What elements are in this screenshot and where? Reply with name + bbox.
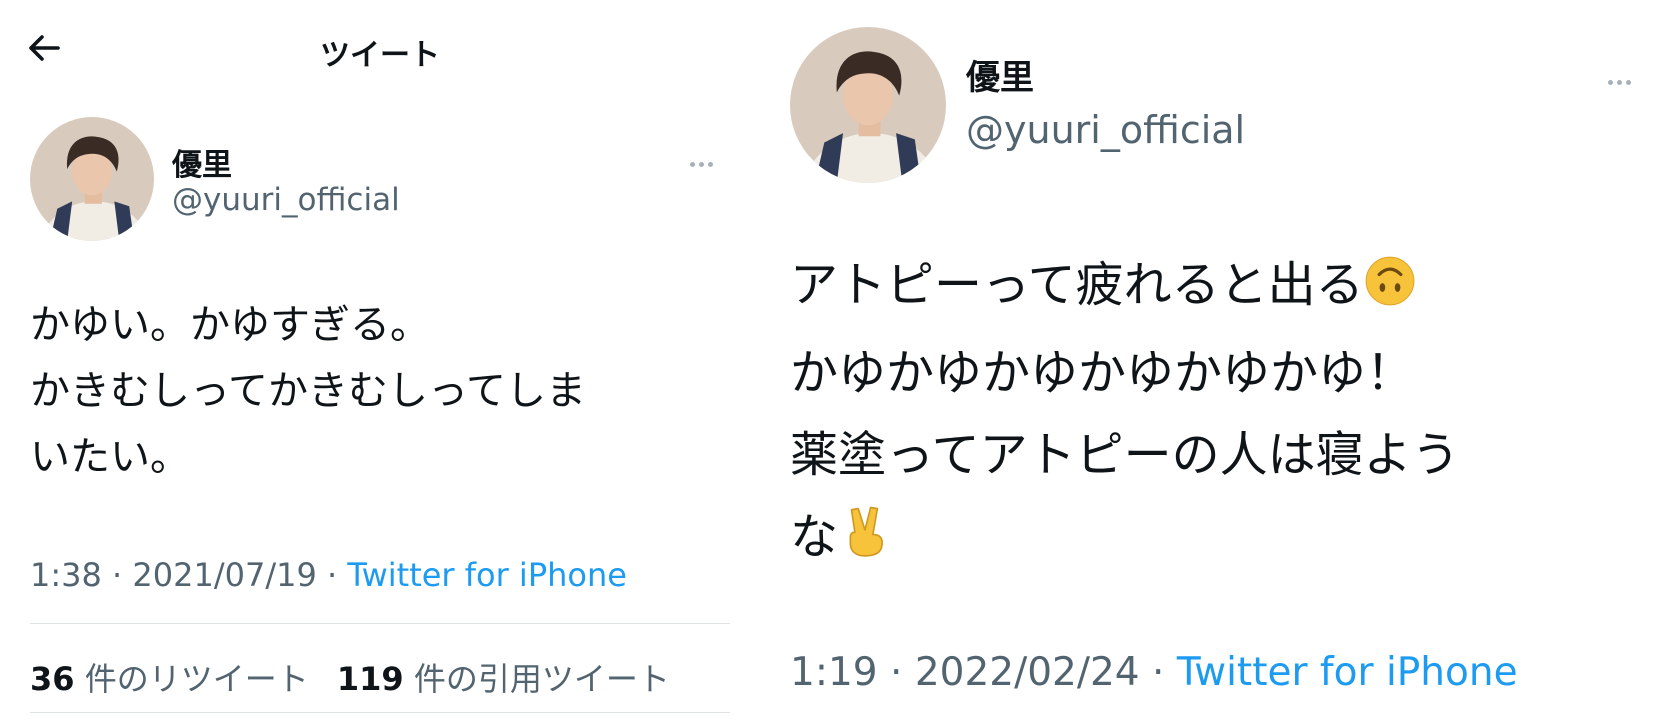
meta-separator: · [112, 556, 123, 594]
quote-count: 119 [336, 660, 404, 698]
tweet-stats: 36 件のリツイート 119 件の引用ツイート [30, 654, 688, 700]
back-arrow-icon [29, 35, 60, 61]
more-options-icon [1608, 70, 1635, 89]
tweet-header: ツイート [0, 0, 760, 100]
divider [30, 623, 730, 624]
meta-separator: · [890, 650, 903, 695]
tweet-date[interactable]: 2022/02/24 [915, 650, 1140, 695]
tweet-card-right: 優里 @yuuri_official アトピーって疲れると出る かゆかゆかゆかゆ… [760, 0, 1677, 720]
tweet-meta: 1:38 · 2021/07/19 · Twitter for iPhone [30, 556, 627, 594]
tweet-text: かゆい。かゆすぎる。 かきむしってかきむしってしま いたい。 [30, 302, 586, 480]
meta-separator: · [1152, 650, 1165, 695]
user-display-name[interactable]: 優里 [966, 50, 1034, 99]
avatar[interactable] [30, 117, 154, 241]
user-display-name[interactable]: 優里 [172, 140, 232, 184]
meta-separator: · [326, 556, 338, 594]
tweet-source-link[interactable]: Twitter for iPhone [347, 556, 627, 594]
user-handle[interactable]: @yuuri_official [172, 182, 400, 218]
tweet-date[interactable]: 2021/07/19 [132, 556, 316, 594]
tweet-meta: 1:19 · 2022/02/24 · Twitter for iPhone [790, 650, 1518, 695]
quote-tweets-stat[interactable]: 119 件の引用ツイート [337, 660, 670, 698]
user-handle[interactable]: @yuuri_official [966, 108, 1245, 152]
more-options-icon [690, 152, 717, 171]
back-button[interactable] [24, 28, 64, 68]
tweet-time[interactable]: 1:19 [790, 650, 878, 695]
victory-hand-emoji [838, 501, 892, 584]
tweet-text-line1: アトピーって疲れると出る [790, 257, 1364, 313]
page-title: ツイート [320, 38, 440, 73]
tweet-source-link[interactable]: Twitter for iPhone [1177, 650, 1518, 695]
more-options-button[interactable] [1608, 70, 1648, 85]
upside-down-face-emoji [1364, 250, 1416, 332]
retweet-count: 36 [30, 660, 75, 698]
avatar[interactable] [790, 27, 946, 183]
tweet-text: アトピーって疲れると出る かゆかゆかゆかゆかゆかゆ！ 薬塗ってアトピーの人は寝よ… [790, 244, 1650, 584]
retweets-stat[interactable]: 36 件のリツイート [30, 660, 309, 698]
tweet-detail-panel-left: ツイート 優里 @yuuri_official かゆい。かゆすぎる。 かきむしっ… [0, 0, 760, 720]
retweet-label: 件のリツイート [84, 660, 309, 698]
more-options-button[interactable] [690, 152, 730, 167]
quote-label: 件の引用ツイート [413, 660, 670, 698]
tweet-time[interactable]: 1:38 [30, 556, 102, 594]
divider [30, 712, 730, 713]
